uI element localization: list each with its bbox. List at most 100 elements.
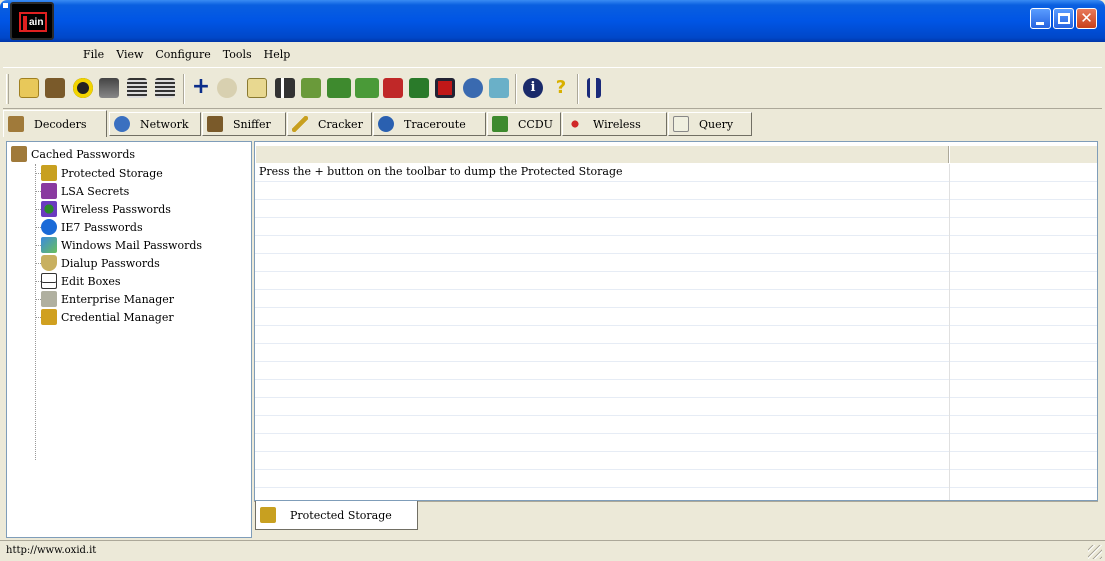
tree-item-edit-boxes[interactable]: Edit Boxes <box>41 272 121 290</box>
tree-item-windows-mail-passwords[interactable]: Windows Mail Passwords <box>41 236 202 254</box>
ccdu-icon <box>492 116 508 132</box>
tab-label: Query <box>699 117 734 131</box>
wireless-icon <box>567 116 583 132</box>
maximize-button[interactable] <box>1053 8 1074 29</box>
menu-bar: File View Configure Tools Help <box>0 42 1105 66</box>
minimize-icon <box>1036 22 1044 25</box>
tab-query[interactable]: Query <box>668 112 752 136</box>
reset-icon[interactable] <box>127 78 147 98</box>
tree-item-protected-storage[interactable]: Protected Storage <box>41 164 163 182</box>
info-icon[interactable]: i <box>523 78 543 98</box>
column-header-1[interactable] <box>255 146 949 163</box>
logo-text: ain <box>29 17 44 28</box>
network-icon <box>114 116 130 132</box>
bottom-tab-protected-storage[interactable]: Protected Storage <box>255 501 418 530</box>
reset-all-icon[interactable] <box>155 78 175 98</box>
tool-icon[interactable] <box>587 78 601 98</box>
grid2-icon[interactable] <box>355 78 379 98</box>
tab-traceroute[interactable]: Traceroute <box>373 112 486 136</box>
tree-label: Credential Manager <box>61 310 174 324</box>
tab-label: Network <box>140 117 189 131</box>
edit-box-icon <box>41 273 57 289</box>
list-message: Press the + button on the toolbar to dum… <box>259 165 623 178</box>
tab-ccdu[interactable]: CCDU <box>487 112 561 136</box>
open-icon[interactable] <box>19 78 39 98</box>
title-bar[interactable]: ain ✕ <box>0 0 1105 42</box>
tree-item-credential-manager[interactable]: Credential Manager <box>41 308 174 326</box>
tab-sniffer[interactable]: Sniffer <box>202 112 286 136</box>
tree-item-wireless-passwords[interactable]: Wireless Passwords <box>41 200 171 218</box>
add-icon[interactable]: + <box>191 76 211 98</box>
tab-wireless[interactable]: Wireless <box>562 112 667 136</box>
settings-icon[interactable] <box>489 78 509 98</box>
window-buttons: ✕ <box>1030 8 1097 29</box>
column-header-2[interactable] <box>949 146 1097 163</box>
menu-file[interactable]: File <box>82 46 105 63</box>
enterprise-manager-icon <box>41 291 57 307</box>
table-icon[interactable] <box>383 78 403 98</box>
ie-icon <box>41 219 57 235</box>
tree-label: Edit Boxes <box>61 274 121 288</box>
toolbar-separator <box>515 74 517 104</box>
network-icon[interactable] <box>463 78 483 98</box>
credential-manager-icon <box>41 309 57 325</box>
decoder-tree[interactable]: Cached Passwords Protected Storage LSA S… <box>6 141 252 538</box>
tab-label: Decoders <box>34 117 87 131</box>
results-list[interactable]: Press the + button on the toolbar to dum… <box>254 141 1098 501</box>
logo-frame: ain <box>19 12 47 32</box>
resize-grip[interactable] <box>1088 545 1102 559</box>
tab-label: Traceroute <box>404 117 466 131</box>
export-icon[interactable] <box>247 78 267 98</box>
menu-help[interactable]: Help <box>263 46 292 63</box>
key-icon <box>11 146 27 162</box>
tree-root[interactable]: Cached Passwords <box>11 145 135 163</box>
arp-icon[interactable] <box>99 78 119 98</box>
column-divider <box>949 164 950 500</box>
sniffer-start-icon[interactable] <box>45 78 65 98</box>
tree-label: Dialup Passwords <box>61 256 160 270</box>
tab-decoders[interactable]: Decoders <box>3 110 107 137</box>
menu-configure[interactable]: Configure <box>154 46 211 63</box>
list-body: Press the + button on the toolbar to dum… <box>255 164 1097 500</box>
monitor-icon[interactable] <box>409 78 429 98</box>
lsa-secrets-icon <box>41 183 57 199</box>
status-text: http://www.oxid.it <box>6 545 97 556</box>
tree-label: Protected Storage <box>61 166 163 180</box>
app-logo[interactable]: ain <box>10 2 54 40</box>
tab-label: Wireless <box>593 117 641 131</box>
menu-view[interactable]: View <box>115 46 144 63</box>
hazard-icon[interactable] <box>73 78 93 98</box>
toolbar-separator <box>577 74 579 104</box>
grid-icon[interactable] <box>327 78 351 98</box>
certificate-icon[interactable] <box>301 78 321 98</box>
sniffer-icon <box>207 116 223 132</box>
tree-item-ie7-passwords[interactable]: IE7 Passwords <box>41 218 143 236</box>
tree-label: Enterprise Manager <box>61 292 175 306</box>
tree-item-enterprise-manager[interactable]: Enterprise Manager <box>41 290 174 308</box>
tree-label: Wireless Passwords <box>61 202 171 216</box>
tab-network[interactable]: Network <box>109 112 201 136</box>
maximize-icon <box>1058 13 1070 24</box>
tree-label: IE7 Passwords <box>61 220 143 234</box>
system-menu-dot[interactable] <box>3 3 8 8</box>
route-icon[interactable] <box>275 78 295 98</box>
close-button[interactable]: ✕ <box>1076 8 1097 29</box>
tree-item-lsa-secrets[interactable]: LSA Secrets <box>41 182 129 200</box>
bottom-tab-bar: Protected Storage <box>254 501 1098 535</box>
tree-item-dialup-passwords[interactable]: Dialup Passwords <box>41 254 160 272</box>
traceroute-icon <box>378 116 394 132</box>
tree-label: LSA Secrets <box>61 184 130 198</box>
help-icon[interactable]: ? <box>551 78 571 98</box>
window-icon[interactable] <box>435 78 455 98</box>
tab-label: Sniffer <box>233 117 271 131</box>
tab-label: Cracker <box>318 117 363 131</box>
menu-tools[interactable]: Tools <box>222 46 253 63</box>
toolbar: + i ? <box>3 67 1102 109</box>
tab-cracker[interactable]: Cracker <box>287 112 372 136</box>
cracker-icon <box>292 116 308 132</box>
toolbar-grip[interactable] <box>6 74 9 104</box>
status-bar: http://www.oxid.it <box>0 540 1105 561</box>
minimize-button[interactable] <box>1030 8 1051 29</box>
remove-icon[interactable] <box>217 78 237 98</box>
tree-label: Windows Mail Passwords <box>61 238 203 252</box>
